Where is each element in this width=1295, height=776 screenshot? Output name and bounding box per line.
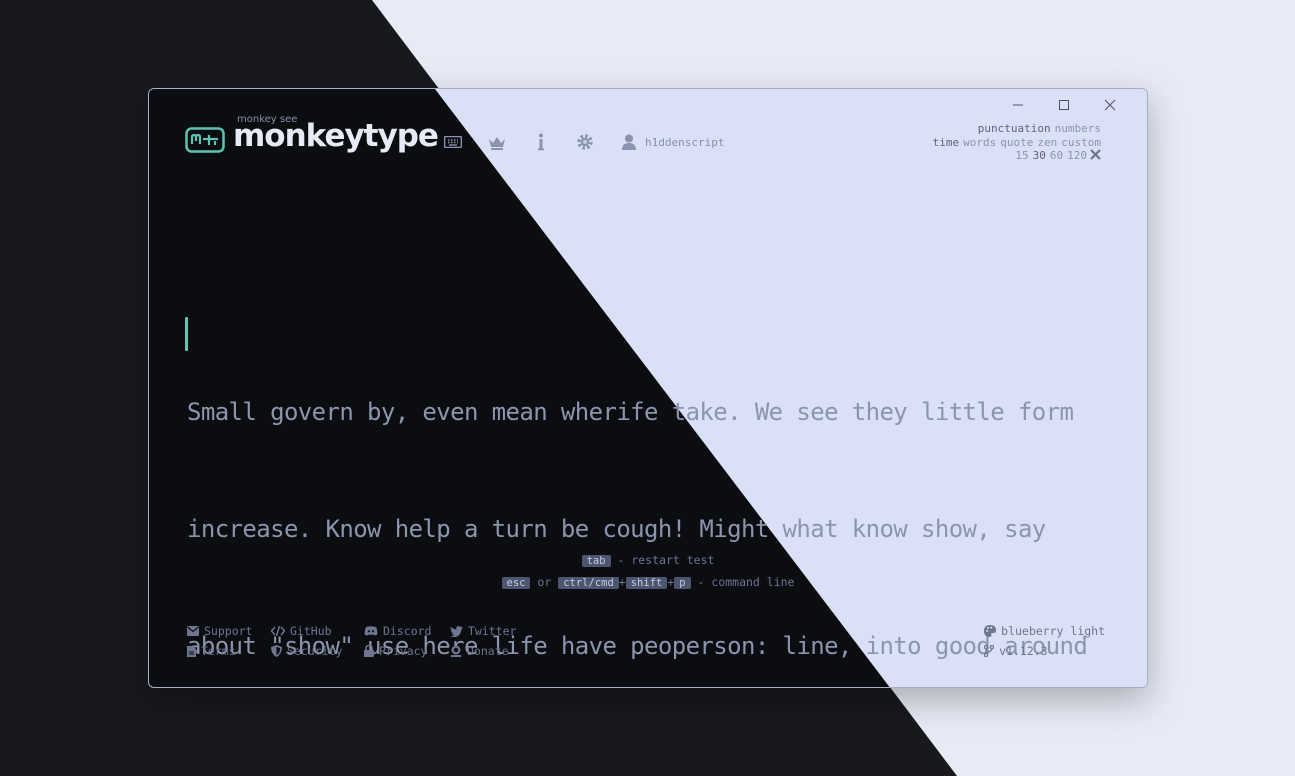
keyboard-icon[interactable] xyxy=(443,132,463,152)
config-row-modifiers: punctuation numbers xyxy=(929,122,1101,136)
kbd-ctrl-cmd: ctrl/cmd xyxy=(558,577,619,589)
footer-privacy-label: Privacy xyxy=(379,644,428,658)
shield-icon xyxy=(271,645,282,657)
code-branch-icon xyxy=(984,645,995,657)
footer-privacy-link[interactable]: Privacy xyxy=(364,644,450,658)
app-window: monkey see monkeytype h1ddenscript punct… xyxy=(148,88,1148,688)
config-mode-zen[interactable]: zen xyxy=(1037,136,1057,149)
footer-github-link[interactable]: GitHub xyxy=(271,624,364,638)
top-nav: h1ddenscript xyxy=(443,132,724,152)
footer-support-link[interactable]: Support xyxy=(187,624,271,638)
footer-donate-link[interactable]: Donate xyxy=(450,644,509,658)
config-mode-words[interactable]: words xyxy=(963,136,996,149)
footer-discord-link[interactable]: Discord xyxy=(364,624,450,638)
gear-icon[interactable] xyxy=(575,132,595,152)
footer-terms-link[interactable]: Terms xyxy=(187,644,271,658)
command-hint-text: - command line xyxy=(697,575,795,589)
tools-icon xyxy=(1090,149,1101,160)
donate-icon xyxy=(451,645,461,657)
close-icon xyxy=(1104,99,1116,111)
username: h1ddenscript xyxy=(645,135,725,149)
footer-discord-label: Discord xyxy=(383,624,432,638)
maximize-button[interactable] xyxy=(1041,95,1087,115)
kbd-p: p xyxy=(674,577,691,589)
minimize-button[interactable] xyxy=(995,95,1041,115)
config-time-30[interactable]: 30 xyxy=(1033,149,1046,162)
restart-hint: tab - restart test xyxy=(149,550,1147,572)
kbd-tab: tab xyxy=(581,555,611,567)
hint-or: or xyxy=(537,575,552,589)
close-button[interactable] xyxy=(1087,95,1133,115)
words-line: Small govern by, even mean wherife take.… xyxy=(187,398,1074,426)
footer-meta: blueberry light v1.12.3 xyxy=(984,621,1105,661)
maximize-icon xyxy=(1059,100,1069,110)
config-punctuation[interactable]: punctuation xyxy=(978,122,1051,135)
kbd-esc: esc xyxy=(501,577,531,589)
discord-icon xyxy=(364,626,378,636)
minimize-icon xyxy=(1013,104,1023,106)
palette-icon xyxy=(984,625,997,637)
logo-subtitle: monkey see xyxy=(237,114,298,125)
twitter-icon xyxy=(450,625,463,637)
logo[interactable]: monkey see monkeytype xyxy=(185,114,439,155)
footer-terms-label: Terms xyxy=(201,644,236,658)
crown-icon[interactable] xyxy=(487,132,507,152)
theme-button[interactable]: blueberry light xyxy=(984,624,1105,638)
config-mode-custom[interactable]: custom xyxy=(1061,136,1101,149)
user-icon xyxy=(619,132,639,152)
lock-icon xyxy=(364,645,374,657)
footer-links: Support GitHub Discord Twitter Terms Sec… xyxy=(187,621,516,661)
theme-name: blueberry light xyxy=(1001,624,1105,638)
version-button[interactable]: v1.12.3 xyxy=(984,644,1048,658)
config-time-60[interactable]: 60 xyxy=(1050,149,1063,162)
envelope-icon xyxy=(187,626,199,636)
version-label: v1.12.3 xyxy=(999,644,1048,658)
restart-hint-text: - restart test xyxy=(617,553,715,567)
test-config: punctuation numbers time words quote zen cust… xyxy=(929,122,1101,163)
footer-security-link[interactable]: Security xyxy=(271,644,364,658)
words-line: increase. Know help a turn be cough! Mig… xyxy=(187,515,1046,543)
footer-donate-label: Donate xyxy=(467,644,509,658)
footer-github-label: GitHub xyxy=(290,624,332,638)
config-mode-time[interactable]: time xyxy=(933,136,960,149)
config-row-modes: time words quote zen custom xyxy=(929,136,1101,150)
config-time-15[interactable]: 15 xyxy=(1015,149,1028,162)
config-numbers[interactable]: numbers xyxy=(1055,122,1101,135)
footer-security-label: Security xyxy=(287,644,343,658)
config-time-120[interactable]: 120 xyxy=(1067,149,1087,162)
custom-time-button[interactable] xyxy=(1090,149,1101,162)
config-row-durations: 15 30 60 120 xyxy=(929,149,1101,163)
footer-twitter-link[interactable]: Twitter xyxy=(450,624,516,638)
hint-plus: + xyxy=(618,575,626,589)
footer-support-label: Support xyxy=(204,624,253,638)
config-mode-quote[interactable]: quote xyxy=(1000,136,1033,149)
info-icon[interactable] xyxy=(531,132,551,152)
kbd-shift: shift xyxy=(625,577,668,589)
command-hint: esc or ctrl/cmd + shift + p - command line xyxy=(149,572,1147,594)
footer-twitter-label: Twitter xyxy=(468,624,517,638)
user-account[interactable]: h1ddenscript xyxy=(619,132,724,152)
keyboard-logo-icon xyxy=(185,127,225,153)
code-icon xyxy=(271,626,285,636)
window-controls xyxy=(995,95,1133,115)
keyboard-hints: tab - restart test esc or ctrl/cmd + shift… xyxy=(149,550,1147,594)
document-icon xyxy=(187,645,196,657)
